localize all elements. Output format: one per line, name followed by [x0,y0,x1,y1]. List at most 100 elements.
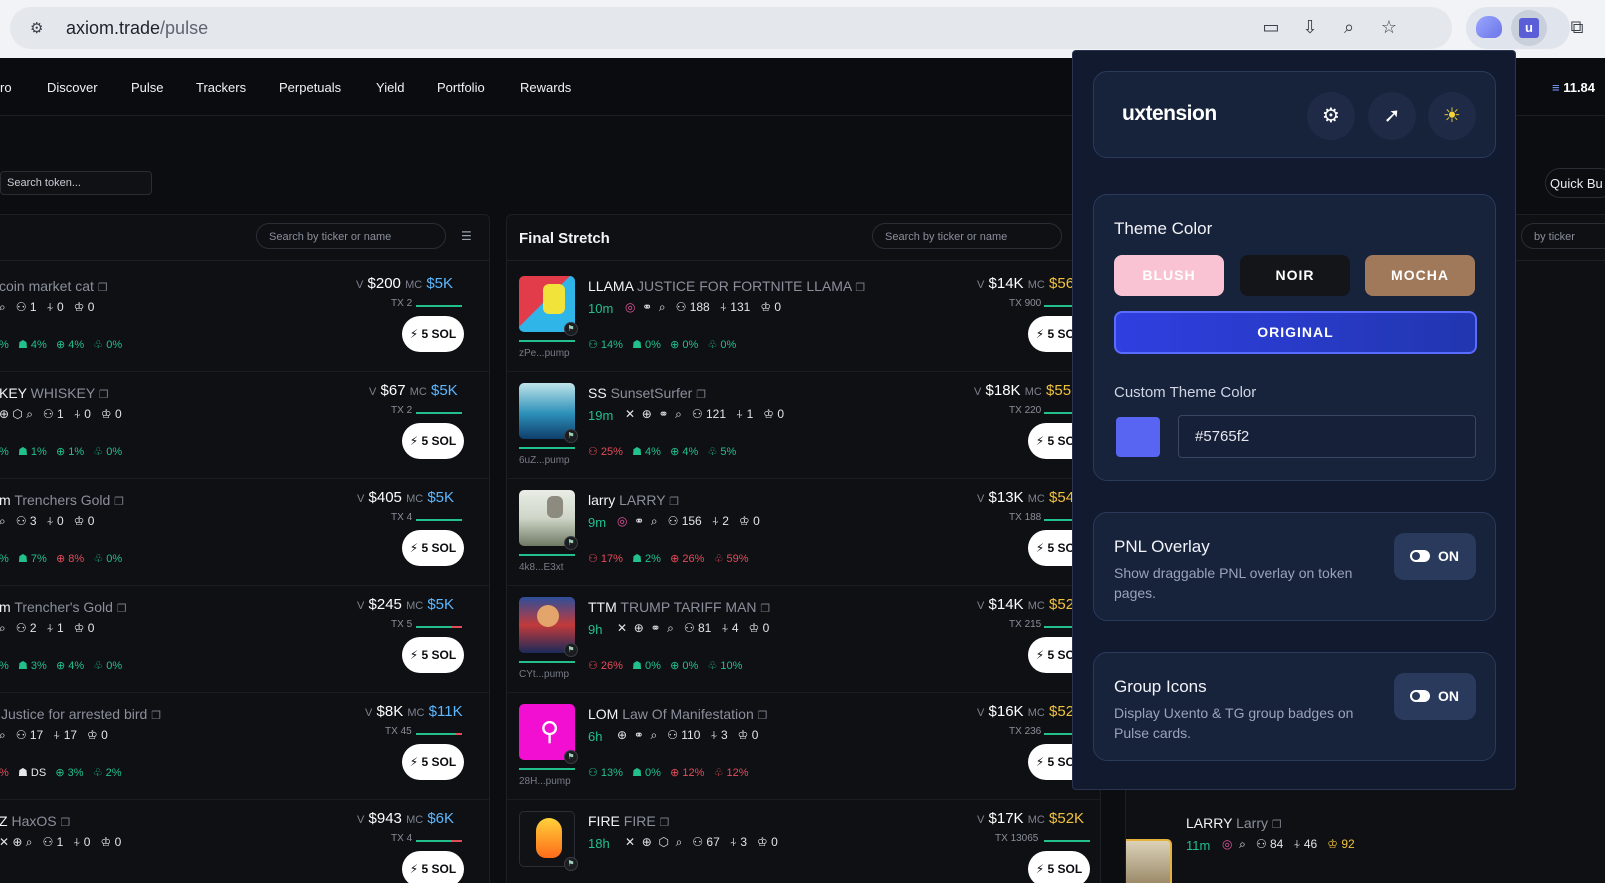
token-card[interactable]: Z HaxOS ❐ ✕ ⊕ ⌕ ⚇ 1 ⍭ 0 ♔ 0 V $943 MC $6… [0,797,489,883]
quick-buy-sol-button[interactable]: ⚡ 5 SOL [1028,851,1090,883]
nav-item-yield[interactable]: Yield [376,80,404,95]
custom-color-swatch[interactable] [1116,417,1160,457]
column-search-input[interactable]: by ticker [1521,223,1605,249]
column-search-input[interactable]: Search by ticker or name [872,223,1062,249]
url-text[interactable]: axiom.trade/pulse [66,18,208,39]
token-meta: ⌕ ⚇ 2 ⍭ 1 ♔ 0 [0,621,95,635]
token-name: LLAMA JUSTICE FOR FORTNITE LLAMA ❐ [588,278,866,294]
copy-icon[interactable]: ❐ [696,389,706,401]
uxtension-extension-icon[interactable]: u [1519,18,1539,38]
copy-icon[interactable]: ❐ [98,282,108,294]
copy-icon[interactable]: ❐ [855,282,865,294]
token-tx: TX 4 [391,833,413,844]
group-icons-toggle[interactable]: ON [1394,673,1476,720]
token-card[interactable]: KEY WHISKEY ❐ ⊕ ⬡ ⌕ ⚇ 1 ⍭ 0 ♔ 0 % ☗ 1% ⊕… [0,369,489,479]
quick-buy-sol-button[interactable]: ⚡ 5 SOL [402,423,464,459]
theme-color-title: Theme Color [1114,219,1213,238]
quick-buy-sol-button[interactable]: ⚡ 5 SOL [402,851,464,883]
token-card[interactable]: ⚑ 6uZ...pump SS SunsetSurfer ❐ 19m ✕ ⊕ ⚭… [507,369,1100,479]
custom-theme-title: Custom Theme Color [1114,384,1257,401]
copy-icon[interactable]: ❐ [114,496,124,508]
token-name: LARRY Larry ❐ [1186,815,1282,831]
token-avatar[interactable] [1126,839,1172,883]
install-icon[interactable]: ⇩ [1299,16,1321,38]
pnl-overlay-toggle[interactable]: ON [1394,533,1476,580]
tx-ratio-bar [416,305,462,307]
theme-noir-button[interactable]: NOIR [1240,255,1350,296]
rocket-icon[interactable]: ➚ [1368,92,1416,140]
token-volume-mc: V $13K MC $54K [977,489,1085,506]
token-volume-mc: V $14K MC $56K [977,275,1085,292]
nav-item-portfolio[interactable]: Portfolio [437,80,485,95]
quick-buy-sol-button[interactable]: ⚡ 5 SOL [402,637,464,673]
copy-icon[interactable]: ❐ [99,389,109,401]
nav-item-pulse[interactable]: Pulse [131,80,164,95]
bookmark-star-icon[interactable]: ☆ [1378,16,1400,38]
token-card[interactable]: ⚑ FIRE FIRE ❐ 18h ✕ ⊕ ⬡ ⌕ ⚇ 67 ⍭ 3 ♔ 0 V… [507,797,1100,883]
nav-item-partial[interactable]: ro [0,80,12,95]
zoom-icon[interactable]: ⌕ [1338,16,1360,38]
token-meta: ◎ ⚭ ⌕ ⚇ 188 ⍭ 131 ♔ 0 [625,300,782,314]
column-title: Final Stretch [519,230,610,247]
token-address[interactable]: 28H...pump [519,776,571,787]
column-header: Final Stretch Search by ticker or name ☰ [507,215,1100,261]
copy-icon[interactable]: ❐ [660,817,670,829]
copy-icon[interactable]: ❐ [60,817,70,829]
token-card[interactable]: coin market cat ❐ ⌕ ⚇ 1 ⍭ 0 ♔ 0 % ☗ 4% ⊕… [0,262,489,372]
search-token-input[interactable]: Search token... [0,171,152,195]
token-address[interactable]: CYt...pump [519,669,569,680]
token-tx: TX 236 [1009,726,1042,737]
token-card[interactable]: Justice for arrested bird ❐ ⌕ ⚇ 17 ⍭ 17 … [0,690,489,800]
nav-item-perpetuals[interactable]: Perpetuals [279,80,341,95]
token-volume-mc: V $8K MC $11K [365,703,463,720]
address-bar[interactable]: ⚙ axiom.trade/pulse [10,7,1452,49]
filter-icon[interactable]: ☰ [461,229,475,243]
phantom-extension-icon[interactable] [1476,16,1502,38]
settings-gear-icon[interactable]: ⚙ [1307,92,1355,140]
token-address[interactable]: zPe...pump [519,348,570,359]
extensions-puzzle-icon[interactable]: ⧉ [1566,16,1588,38]
copy-icon[interactable]: ❐ [151,710,161,722]
token-card[interactable]: ⚑ zPe...pump LLAMA JUSTICE FOR FORTNITE … [507,262,1100,372]
theme-original-button[interactable]: ORIGINAL [1114,311,1477,354]
clipboard-icon[interactable]: ▭ [1260,16,1282,38]
quick-buy-button[interactable]: Quick Bu [1545,168,1605,198]
pump-badge-icon: ⚑ [564,750,578,764]
custom-color-input[interactable] [1178,415,1476,458]
quick-buy-sol-button[interactable]: ⚡ 5 SOL [402,744,464,780]
theme-blush-button[interactable]: BLUSH [1114,255,1224,296]
copy-icon[interactable]: ❐ [758,710,768,722]
wallet-balance[interactable]: ≡ 11.84 [1552,80,1595,95]
quick-buy-sol-button[interactable]: ⚡ 5 SOL [402,316,464,352]
group-icons-description: Display Uxento & TG group badges on Puls… [1114,705,1354,741]
copy-icon[interactable]: ❐ [760,603,770,615]
token-card[interactable]: ⚑ 4k8...E3xt larry LARRY ❐ 9m ◎ ⚭ ⌕ ⚇ 15… [507,476,1100,586]
token-card[interactable]: LARRY Larry ❐ 11m ◎ ⌕ ⚇ 84 ⍭ 46 ♔ 92 [1126,799,1605,883]
nav-item-rewards[interactable]: Rewards [520,80,571,95]
token-percentages: % ☗ 7% ⊕ 8% ♧ 0% [0,553,123,565]
token-meta: ✕ ⊕ ⬡ ⌕ ⚇ 67 ⍭ 3 ♔ 0 [625,835,778,849]
copy-icon[interactable]: ❐ [669,496,679,508]
token-card[interactable]: ⚲ ⚑ 28H...pump LOM Law Of Manifestation … [507,690,1100,800]
token-age: 9m [588,515,607,530]
token-age: 9h [588,622,603,637]
token-card[interactable]: m Trencher's Gold ❐ ⌕ ⚇ 2 ⍭ 1 ♔ 0 % ☗ 3%… [0,583,489,693]
token-name: TTM TRUMP TARIFF MAN ❐ [588,599,771,615]
token-address[interactable]: 4k8...E3xt [519,562,563,573]
token-name: KEY WHISKEY ❐ [0,385,109,401]
nav-item-trackers[interactable]: Trackers [196,80,246,95]
nav-item-discover[interactable]: Discover [47,80,98,95]
theme-mocha-button[interactable]: MOCHA [1365,255,1475,296]
copy-icon[interactable]: ❐ [1272,819,1282,831]
column-search-input[interactable]: Search by ticker or name [256,223,446,249]
token-card[interactable]: m Trenchers Gold ❐ ⌕ ⚇ 3 ⍭ 0 ♔ 0 % ☗ 7% … [0,476,489,586]
quick-buy-sol-button[interactable]: ⚡ 5 SOL [402,530,464,566]
site-settings-icon[interactable]: ⚙ [30,19,50,37]
token-card[interactable]: ⚑ CYt...pump TTM TRUMP TARIFF MAN ❐ 9h ✕… [507,583,1100,693]
token-tx: TX 188 [1009,512,1042,523]
copy-icon[interactable]: ❐ [117,603,127,615]
token-address[interactable]: 6uZ...pump [519,455,570,466]
token-name: FIRE FIRE ❐ [588,813,670,829]
sun-icon[interactable]: ☀ [1428,92,1476,140]
token-volume-mc: V $16K MC $52K [977,703,1085,720]
